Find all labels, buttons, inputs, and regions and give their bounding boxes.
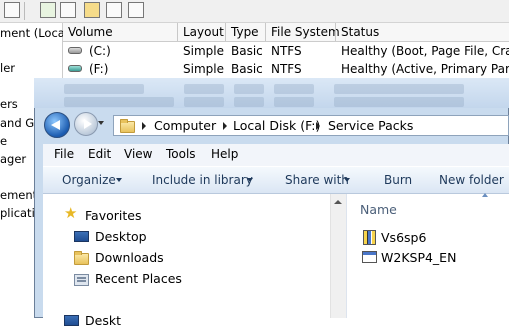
nav-desktop[interactable]: Desktop xyxy=(95,229,147,244)
title-bar-ghost-content xyxy=(34,78,509,108)
volume-name: (F:) xyxy=(89,62,109,76)
volume-layout: Simple xyxy=(183,44,224,58)
recent-pages-chevron-icon[interactable] xyxy=(98,121,104,125)
back-arrow-icon[interactable] xyxy=(44,112,70,138)
volume-type: Basic xyxy=(231,44,263,58)
toolbar-settings-icon[interactable] xyxy=(128,2,144,18)
breadcrumb-arrow-icon[interactable] xyxy=(316,122,320,130)
toolbar-open-folder-icon[interactable] xyxy=(84,2,100,18)
desktop-icon xyxy=(64,315,79,326)
title-bar[interactable] xyxy=(34,78,509,108)
organize-button[interactable]: Organize xyxy=(62,173,116,187)
tree-item[interactable]: ager xyxy=(0,152,26,166)
address-bar[interactable]: Computer Local Disk (F:) Service Packs xyxy=(113,115,509,136)
scroll-up-arrow-icon[interactable] xyxy=(334,200,342,204)
volume-file-system: NTFS xyxy=(271,62,302,76)
volume-type: Basic xyxy=(231,62,263,76)
sort-ascending-icon xyxy=(482,193,488,197)
include-in-library-dropdown-icon[interactable] xyxy=(247,178,253,182)
volume-row[interactable]: (C:) Simple Basic NTFS Healthy (Boot, Pa… xyxy=(63,42,509,60)
tree-item[interactable]: ment (Local xyxy=(0,26,68,40)
toolbar-refresh-icon[interactable] xyxy=(40,2,56,18)
explorer-window: Computer Local Disk (F:) Service Packs F… xyxy=(34,78,509,328)
tree-item[interactable]: ement xyxy=(0,188,37,202)
application-file-icon xyxy=(362,251,377,263)
nav-recent-places[interactable]: Recent Places xyxy=(95,271,182,286)
column-volume[interactable]: Volume xyxy=(68,25,113,39)
breadcrumb-arrow-icon[interactable] xyxy=(223,122,227,130)
volume-status: Healthy (Boot, Page File, Crash I xyxy=(341,44,509,58)
disk-drive-icon xyxy=(68,65,82,72)
breadcrumb-local-disk[interactable]: Local Disk (F:) xyxy=(233,118,320,133)
volume-status: Healthy (Active, Primary Partitio xyxy=(341,62,509,76)
background-toolbar xyxy=(0,0,509,23)
volume-file-system: NTFS xyxy=(271,44,302,58)
nav-downloads[interactable]: Downloads xyxy=(95,250,164,265)
volume-list-header: Volume Layout Type File System Status xyxy=(63,23,509,42)
column-type[interactable]: Type xyxy=(231,25,259,39)
column-header-name[interactable]: Name xyxy=(360,202,397,217)
menu-view[interactable]: View xyxy=(124,147,152,161)
column-divider[interactable] xyxy=(265,23,266,41)
menu-tools[interactable]: Tools xyxy=(166,147,196,161)
file-item[interactable]: W2KSP4_EN xyxy=(381,250,456,265)
toolbar-search-icon[interactable] xyxy=(106,2,122,18)
disk-drive-icon xyxy=(68,47,82,54)
menu-bar: File Edit View Tools Help xyxy=(43,144,509,166)
tree-item[interactable]: ers xyxy=(0,97,18,111)
downloads-folder-icon xyxy=(74,251,89,265)
tree-item[interactable]: e xyxy=(0,134,7,148)
nav-scrollbar[interactable] xyxy=(330,194,346,318)
nav-desktop-root[interactable]: Deskt xyxy=(85,313,121,328)
breadcrumb-computer[interactable]: Computer xyxy=(154,118,216,133)
menu-edit[interactable]: Edit xyxy=(88,147,111,161)
breadcrumb-service-packs[interactable]: Service Packs xyxy=(328,118,413,133)
favorites-star-icon: ★ xyxy=(64,204,78,222)
recent-places-icon xyxy=(74,274,89,286)
column-divider[interactable] xyxy=(335,23,336,41)
file-item[interactable]: Vs6sp6 xyxy=(381,230,426,245)
column-file-system[interactable]: File System xyxy=(271,25,340,39)
desktop-icon xyxy=(74,231,89,242)
archive-file-icon xyxy=(363,230,376,245)
menu-file[interactable]: File xyxy=(54,147,74,161)
organize-dropdown-icon[interactable] xyxy=(116,178,122,182)
column-layout[interactable]: Layout xyxy=(183,25,224,39)
burn-button[interactable]: Burn xyxy=(384,173,412,187)
menu-help[interactable]: Help xyxy=(211,147,238,161)
column-status[interactable]: Status xyxy=(341,25,379,39)
toolbar-properties-icon[interactable] xyxy=(4,2,20,18)
command-bar: Organize Include in library Share with B… xyxy=(43,166,509,194)
toolbar-help-icon[interactable] xyxy=(60,2,76,18)
include-in-library-button[interactable]: Include in library xyxy=(152,173,253,187)
volume-name: (C:) xyxy=(89,44,111,58)
folder-icon xyxy=(120,119,135,133)
forward-arrow-icon[interactable] xyxy=(74,112,98,136)
column-divider[interactable] xyxy=(225,23,226,41)
volume-row[interactable]: (F:) Simple Basic NTFS Healthy (Active, … xyxy=(63,60,509,78)
tree-item[interactable]: ler xyxy=(0,61,15,75)
column-divider[interactable] xyxy=(177,23,178,41)
share-with-dropdown-icon[interactable] xyxy=(344,178,350,182)
nav-favorites[interactable]: Favorites xyxy=(85,208,141,223)
toolbar-separator xyxy=(24,2,26,20)
new-folder-button[interactable]: New folder xyxy=(439,173,504,187)
breadcrumb-arrow-icon[interactable] xyxy=(142,122,146,130)
share-with-button[interactable]: Share with xyxy=(285,173,349,187)
volume-layout: Simple xyxy=(183,62,224,76)
